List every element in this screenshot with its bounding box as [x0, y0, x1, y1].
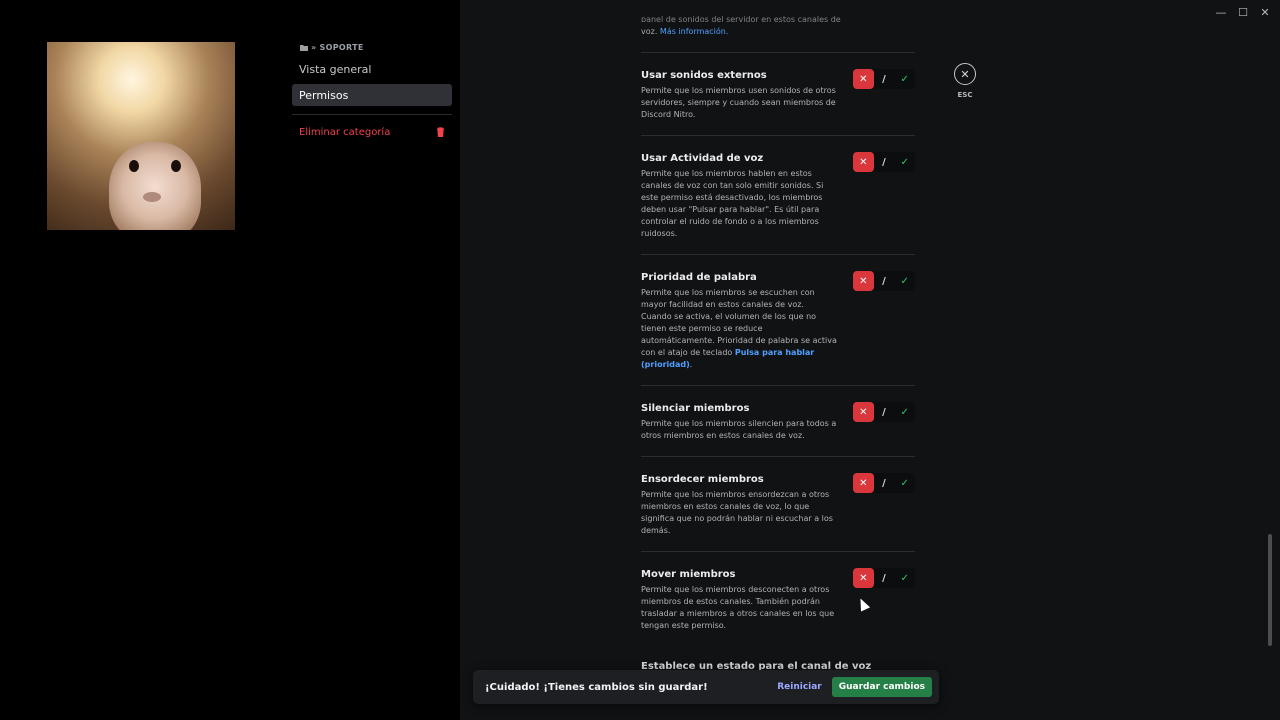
- sidebar-item-vista-general[interactable]: Vista general: [292, 58, 452, 80]
- left-pane: » SOPORTE Vista general Permisos Elimina…: [0, 0, 460, 720]
- neutral-button[interactable]: /: [874, 568, 895, 588]
- permission-toggle: ✕ / ✓: [853, 152, 915, 172]
- sidebar-item-permisos[interactable]: Permisos: [292, 84, 452, 106]
- webcam-overlay: [47, 42, 235, 230]
- deny-button[interactable]: ✕: [853, 402, 874, 422]
- permission-desc: Permite que los miembros silencien para …: [641, 419, 837, 440]
- prev-permission-tail: panel de sonidos del servidor en estos c…: [641, 0, 915, 52]
- allow-button[interactable]: ✓: [894, 568, 915, 588]
- deny-button[interactable]: ✕: [853, 271, 874, 291]
- permission-row: Silenciar miembros Permite que los miemb…: [641, 385, 915, 456]
- clipped-text: panel de sonidos del servidor en estos c…: [641, 15, 841, 22]
- permission-toggle: ✕ / ✓: [853, 402, 915, 422]
- unsaved-message: ¡Cuidado! ¡Tienes cambios sin guardar!: [485, 681, 708, 693]
- neutral-button[interactable]: /: [874, 473, 895, 493]
- sidebar-item-label: Vista general: [299, 62, 372, 76]
- save-changes-button[interactable]: Guardar cambios: [831, 677, 932, 697]
- permission-toggle: ✕ / ✓: [853, 568, 915, 588]
- hamster-nose: [143, 192, 161, 202]
- neutral-button[interactable]: /: [874, 271, 895, 291]
- neutral-button[interactable]: /: [874, 69, 895, 89]
- hamster-face: [109, 142, 201, 230]
- permission-row: Usar Actividad de voz Permite que los mi…: [641, 135, 915, 254]
- more-info-link[interactable]: Más información.: [660, 27, 729, 36]
- allow-button[interactable]: ✓: [894, 69, 915, 89]
- neutral-button[interactable]: /: [874, 152, 895, 172]
- close-settings-button[interactable]: ✕ ESC: [953, 63, 977, 99]
- sidebar-item-label: Permisos: [299, 88, 349, 102]
- permission-desc: Permite que los miembros se escuchen con…: [641, 287, 837, 371]
- permission-toggle: ✕ / ✓: [853, 473, 915, 493]
- permission-row: Mover miembros Permite que los miembros …: [641, 551, 915, 646]
- delete-category-button[interactable]: Eliminar categoría: [292, 123, 452, 141]
- folder-icon: [300, 44, 308, 51]
- close-window-button[interactable]: ✕: [1258, 6, 1272, 19]
- category-label: » SOPORTE: [311, 42, 364, 52]
- permission-desc: Permite que los miembros hablen en estos…: [641, 169, 824, 238]
- permission-desc: Permite que los miembros ensordezcan a o…: [641, 490, 833, 535]
- reset-button[interactable]: Reiniciar: [777, 682, 822, 692]
- allow-button[interactable]: ✓: [894, 271, 915, 291]
- permission-desc: Permite que los miembros desconecten a o…: [641, 585, 835, 630]
- neutral-button[interactable]: /: [874, 402, 895, 422]
- unsaved-changes-bar: ¡Cuidado! ¡Tienes cambios sin guardar! R…: [473, 670, 939, 704]
- allow-button[interactable]: ✓: [894, 152, 915, 172]
- category-header: » SOPORTE: [292, 40, 452, 54]
- deny-button[interactable]: ✕: [853, 152, 874, 172]
- scrollbar-thumb[interactable]: [1268, 534, 1272, 646]
- allow-button[interactable]: ✓: [894, 473, 915, 493]
- close-icon: ✕: [954, 63, 976, 85]
- esc-label: ESC: [957, 91, 973, 99]
- hamster-eye: [171, 160, 181, 172]
- permission-toggle: ✕ / ✓: [853, 271, 915, 291]
- deny-button[interactable]: ✕: [853, 568, 874, 588]
- permission-list: panel de sonidos del servidor en estos c…: [641, 0, 915, 646]
- allow-button[interactable]: ✓: [894, 402, 915, 422]
- deny-button[interactable]: ✕: [853, 69, 874, 89]
- permission-row: Ensordecer miembros Permite que los miem…: [641, 456, 915, 551]
- permission-row: Usar sonidos externos Permite que los mi…: [641, 52, 915, 135]
- delete-category-label: Eliminar categoría: [299, 126, 391, 138]
- permission-desc-text: Permite que los miembros se escuchen con…: [641, 288, 837, 357]
- settings-sidebar: » SOPORTE Vista general Permisos Elimina…: [292, 40, 452, 141]
- link-suffix: .: [689, 360, 693, 369]
- permission-toggle: ✕ / ✓: [853, 69, 915, 89]
- deny-button[interactable]: ✕: [853, 473, 874, 493]
- permission-desc: Permite que los miembros usen sonidos de…: [641, 86, 836, 119]
- permissions-content: — ☐ ✕ panel de sonidos del servidor en e…: [460, 0, 1280, 720]
- maximize-button[interactable]: ☐: [1236, 6, 1250, 19]
- permission-row: Prioridad de palabra Permite que los mie…: [641, 254, 915, 385]
- trash-icon: [437, 127, 444, 137]
- minimize-button[interactable]: —: [1214, 6, 1228, 19]
- hamster-eye: [129, 160, 139, 172]
- sidebar-divider: [292, 114, 452, 115]
- snippet-prefix: voz.: [641, 27, 658, 36]
